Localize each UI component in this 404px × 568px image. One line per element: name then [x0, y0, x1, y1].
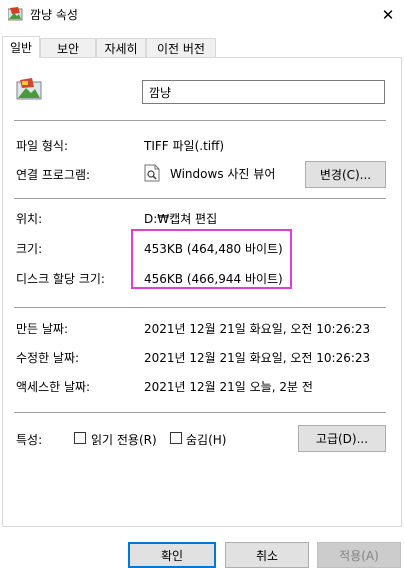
- disk-size-label: 디스크 할당 크기:: [16, 272, 105, 286]
- hidden-label: 숨김(H): [186, 433, 227, 447]
- title-bar: 깜냥 속성 ✕: [0, 0, 404, 30]
- cancel-button[interactable]: 취소: [225, 542, 309, 568]
- opens-with-label: 연결 프로그램:: [16, 168, 91, 182]
- advanced-button[interactable]: 고급(D)...: [298, 425, 386, 452]
- modified-value: 2021년 12월 21일 화요일, 오전 10:26:23: [144, 351, 371, 365]
- image-file-icon: [16, 78, 42, 100]
- size-highlight-box: [131, 229, 292, 289]
- separator: [14, 307, 386, 308]
- created-value: 2021년 12월 21일 화요일, 오전 10:26:23: [144, 322, 371, 336]
- attributes-label: 특성:: [16, 433, 43, 447]
- tab-security[interactable]: 보안: [40, 38, 96, 57]
- tab-details[interactable]: 자세히: [96, 38, 146, 57]
- image-file-icon: [8, 7, 23, 21]
- size-label: 크기:: [16, 242, 43, 256]
- general-panel: [2, 57, 402, 527]
- close-icon: ✕: [381, 6, 395, 24]
- file-type-label: 파일 형식:: [16, 139, 69, 153]
- location-label: 위치:: [16, 212, 43, 226]
- hidden-checkbox[interactable]: [170, 432, 182, 444]
- file-name-input[interactable]: [142, 80, 385, 104]
- close-button[interactable]: ✕: [372, 0, 404, 30]
- opens-with-value: Windows 사진 뷰어: [170, 167, 276, 181]
- ok-button[interactable]: 확인: [128, 542, 216, 568]
- separator: [14, 412, 386, 413]
- separator: [14, 120, 386, 121]
- apply-button[interactable]: 적용(A): [317, 542, 401, 568]
- location-value: D:₩캡쳐 편집: [144, 212, 218, 226]
- accessed-value: 2021년 12월 21일 오늘, 2분 전: [144, 380, 313, 394]
- tab-previous-versions[interactable]: 이전 버전: [146, 38, 216, 57]
- tab-strip: 일반 보안 자세히 이전 버전: [0, 36, 404, 58]
- separator: [14, 198, 386, 199]
- modified-label: 수정한 날짜:: [16, 351, 80, 365]
- created-label: 만든 날짜:: [16, 322, 69, 336]
- accessed-label: 액세스한 날짜:: [16, 380, 91, 394]
- file-type-value: TIFF 파일(.tiff): [144, 139, 225, 153]
- change-button[interactable]: 변경(C)...: [305, 161, 386, 188]
- readonly-label: 읽기 전용(R): [91, 433, 157, 447]
- tab-general[interactable]: 일반: [2, 36, 40, 58]
- readonly-checkbox[interactable]: [74, 432, 86, 444]
- photo-viewer-icon: [144, 164, 160, 182]
- window-title: 깜냥 속성: [30, 8, 78, 22]
